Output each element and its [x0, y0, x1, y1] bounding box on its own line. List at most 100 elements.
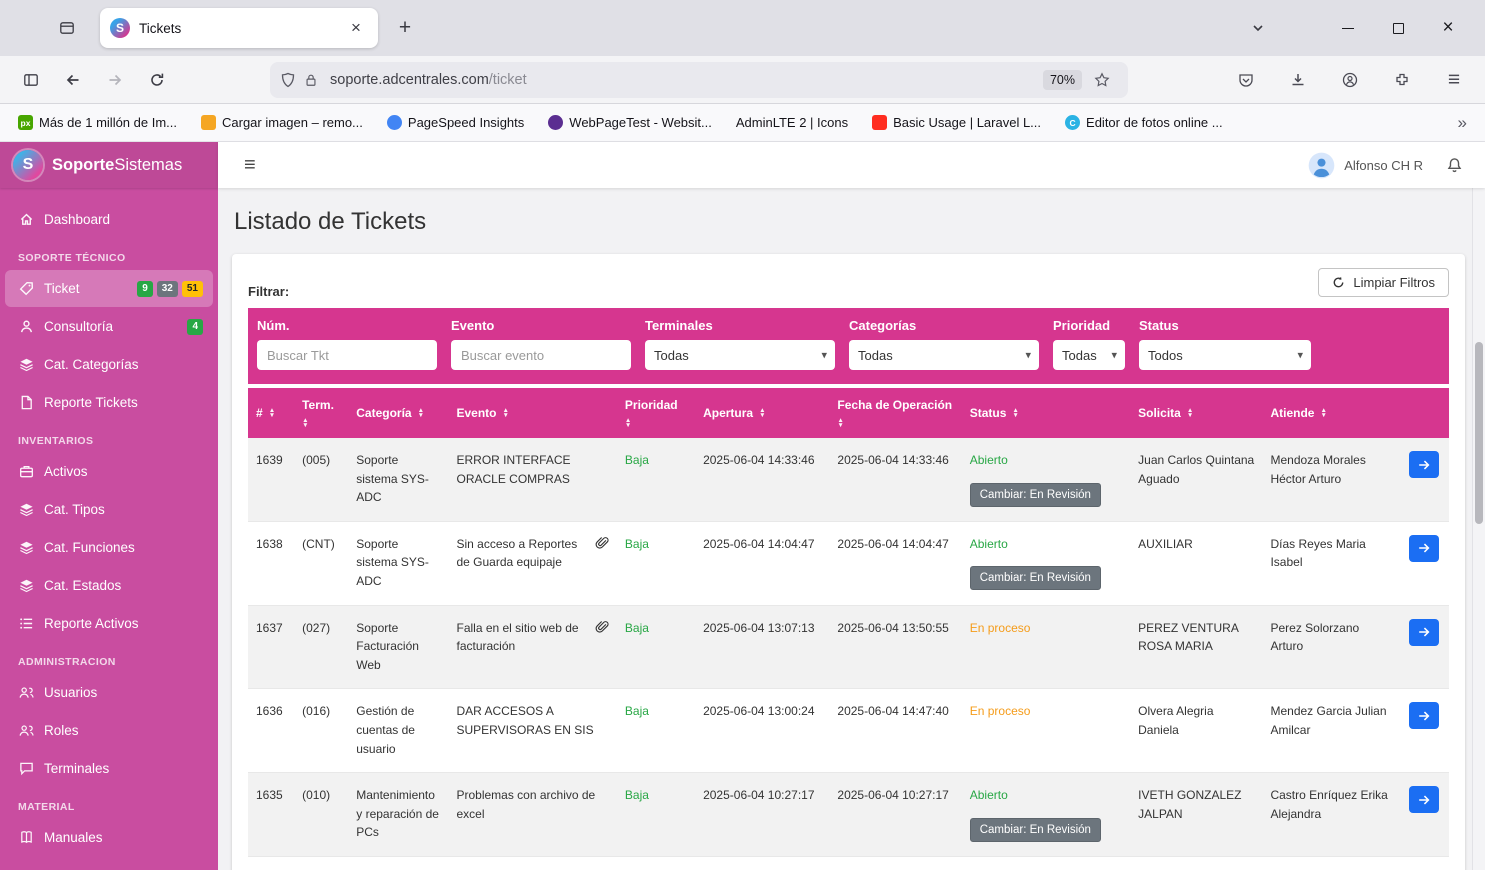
maximize-button[interactable] — [1373, 0, 1423, 56]
categories-select[interactable]: Todas — [849, 340, 1039, 370]
change-status-button[interactable]: Cambiar: En Revisión — [970, 566, 1101, 590]
minimize-button[interactable] — [1323, 0, 1373, 56]
column-header-term[interactable]: Term.▲▼ — [294, 388, 348, 438]
layers-icon — [19, 502, 34, 517]
open-ticket-button[interactable] — [1409, 535, 1439, 562]
sidebar-collapse-button[interactable]: ≡ — [244, 154, 256, 177]
sidebar-item-label: Cat. Categorías — [44, 357, 139, 372]
sidebar-toggle-button[interactable] — [14, 63, 48, 97]
scrollbar-thumb[interactable] — [1475, 342, 1483, 524]
sidebar-item-consultoria[interactable]: Consultoría4 — [5, 308, 213, 345]
page-scrollbar[interactable] — [1472, 142, 1485, 870]
ticket-assignee: Mendoza Morales Héctor Arturo — [1262, 438, 1400, 521]
sidebar-item-dashboard[interactable]: Dashboard — [5, 201, 213, 238]
column-label: Status — [970, 406, 1007, 420]
puzzle-icon — [1394, 72, 1410, 88]
status-select[interactable]: Todos — [1139, 340, 1311, 370]
reload-button[interactable] — [140, 63, 174, 97]
forward-button[interactable] — [98, 63, 132, 97]
open-ticket-button[interactable] — [1409, 786, 1439, 813]
sidebar-item-label: Manuales — [44, 830, 103, 845]
priority-select[interactable]: Todas — [1053, 340, 1125, 370]
column-header-status[interactable]: Status▲▼ — [962, 388, 1130, 438]
open-ticket-button[interactable] — [1409, 702, 1439, 729]
window-close-button[interactable]: × — [1423, 0, 1473, 56]
bookmark-item-editor-de-fotos-online[interactable]: CEditor de fotos online ... — [1065, 115, 1223, 130]
column-header-solicita[interactable]: Solicita▲▼ — [1130, 388, 1262, 438]
sidebar-item-ticket[interactable]: Ticket93251 — [5, 270, 213, 307]
ticket-status-cell: En proceso — [962, 605, 1130, 689]
new-tab-button[interactable]: + — [388, 11, 422, 45]
priority-select-input[interactable]: Todas — [1053, 340, 1125, 370]
bookmark-star-icon[interactable] — [1094, 72, 1110, 88]
app-menu-button[interactable]: ≡ — [1437, 63, 1471, 97]
sidebar-item-activos[interactable]: Activos — [5, 453, 213, 490]
column-header-categoria[interactable]: Categoría▲▼ — [348, 388, 448, 438]
sidebar-item-reporte-tickets[interactable]: Reporte Tickets — [5, 384, 213, 421]
url-bar[interactable]: soporte.adcentrales.com/ticket 70% — [270, 62, 1128, 98]
lock-icon[interactable] — [304, 73, 318, 87]
column-header-prioridad[interactable]: Prioridad▲▼ — [617, 388, 695, 438]
sidebar-item-manuales[interactable]: Manuales — [5, 819, 213, 856]
ticket-event: Falla en el sitio web de facturación — [448, 605, 616, 689]
user-name[interactable]: Alfonso CH R — [1344, 158, 1423, 173]
event-search-input[interactable] — [451, 340, 631, 370]
sidebar-item-label: Cat. Funciones — [44, 540, 135, 555]
column-label: # — [256, 406, 263, 420]
downloads-button[interactable] — [1281, 63, 1315, 97]
tracking-shield-icon[interactable] — [280, 72, 296, 88]
column-header-id[interactable]: #▲▼ — [248, 388, 294, 438]
categories-select-input[interactable]: Todas — [849, 340, 1039, 370]
topbar-user-area: Alfonso CH R — [1308, 152, 1463, 179]
terminals-select[interactable]: Todas — [645, 340, 835, 370]
more-bookmarks-chevron[interactable]: » — [1458, 113, 1467, 133]
change-status-button[interactable]: Cambiar: En Revisión — [970, 818, 1101, 842]
bookmark-item-webpagetest-websit[interactable]: WebPageTest - Websit... — [548, 115, 712, 130]
sidebar-item-cat-estados[interactable]: Cat. Estados — [5, 567, 213, 604]
user-avatar[interactable] — [1308, 152, 1335, 179]
ticket-number-input[interactable] — [257, 340, 437, 370]
sidebar-item-cat-categorias[interactable]: Cat. Categorías — [5, 346, 213, 383]
ticket-opened-date: 2025-06-04 13:07:13 — [695, 605, 829, 689]
bookmark-item-mas-de-1-millon-de-im[interactable]: pxMás de 1 millón de Im... — [18, 115, 177, 130]
sidebar-item-label: Reporte Tickets — [44, 395, 138, 410]
ticket-requester: Ramírez Tenorio Salvador — [1130, 856, 1262, 870]
firefox-view-button[interactable] — [50, 11, 84, 45]
sidebar-item-cat-tipos[interactable]: Cat. Tipos — [5, 491, 213, 528]
terminals-select-input[interactable]: Todas — [645, 340, 835, 370]
bookmark-label: AdminLTE 2 | Icons — [736, 115, 848, 130]
open-ticket-button[interactable] — [1409, 451, 1439, 478]
extensions-button[interactable] — [1385, 63, 1419, 97]
column-header-atiende[interactable]: Atiende▲▼ — [1262, 388, 1400, 438]
back-button[interactable] — [56, 63, 90, 97]
tab-close-button[interactable]: × — [344, 16, 368, 40]
bookmark-item-pagespeed-insights[interactable]: PageSpeed Insights — [387, 115, 524, 130]
status-select-input[interactable]: Todos — [1139, 340, 1311, 370]
zoom-level-badge[interactable]: 70% — [1043, 70, 1082, 90]
sidebar-item-cat-funciones[interactable]: Cat. Funciones — [5, 529, 213, 566]
list-all-tabs-button[interactable] — [1241, 11, 1275, 45]
sidebar-item-terminales[interactable]: Terminales — [5, 750, 213, 787]
ticket-category: Soporte Facturación Web — [348, 605, 448, 689]
notifications-bell-icon[interactable] — [1446, 157, 1463, 174]
bookmark-item-basic-usage-laravel-l[interactable]: Basic Usage | Laravel L... — [872, 115, 1041, 130]
sidebar-item-reporte-activos[interactable]: Reporte Activos — [5, 605, 213, 642]
sidebar-item-usuarios[interactable]: Usuarios — [5, 674, 213, 711]
brand[interactable]: S SoporteSistemas — [0, 142, 218, 188]
account-icon — [1342, 72, 1358, 88]
account-button[interactable] — [1333, 63, 1367, 97]
column-header-apertura[interactable]: Apertura▲▼ — [695, 388, 829, 438]
browser-tab[interactable]: S Tickets × — [100, 8, 378, 48]
column-header-fecha-de-operacion[interactable]: Fecha de Operación▲▼ — [829, 388, 961, 438]
ticket-requester: Juan Carlos Quintana Aguado — [1130, 438, 1262, 521]
status-text: Abierto — [970, 535, 1122, 554]
book-icon — [19, 830, 34, 845]
bookmark-item-cargar-imagen-remo[interactable]: Cargar imagen – remo... — [201, 115, 363, 130]
change-status-button[interactable]: Cambiar: En Revisión — [970, 483, 1101, 507]
sidebar-item-roles[interactable]: Roles — [5, 712, 213, 749]
bookmark-item-adminlte-2-icons[interactable]: AdminLTE 2 | Icons — [736, 115, 848, 130]
open-ticket-button[interactable] — [1409, 619, 1439, 646]
column-header-evento[interactable]: Evento▲▼ — [448, 388, 616, 438]
pocket-button[interactable] — [1229, 63, 1263, 97]
clear-filters-button[interactable]: Limpiar Filtros — [1318, 268, 1449, 297]
